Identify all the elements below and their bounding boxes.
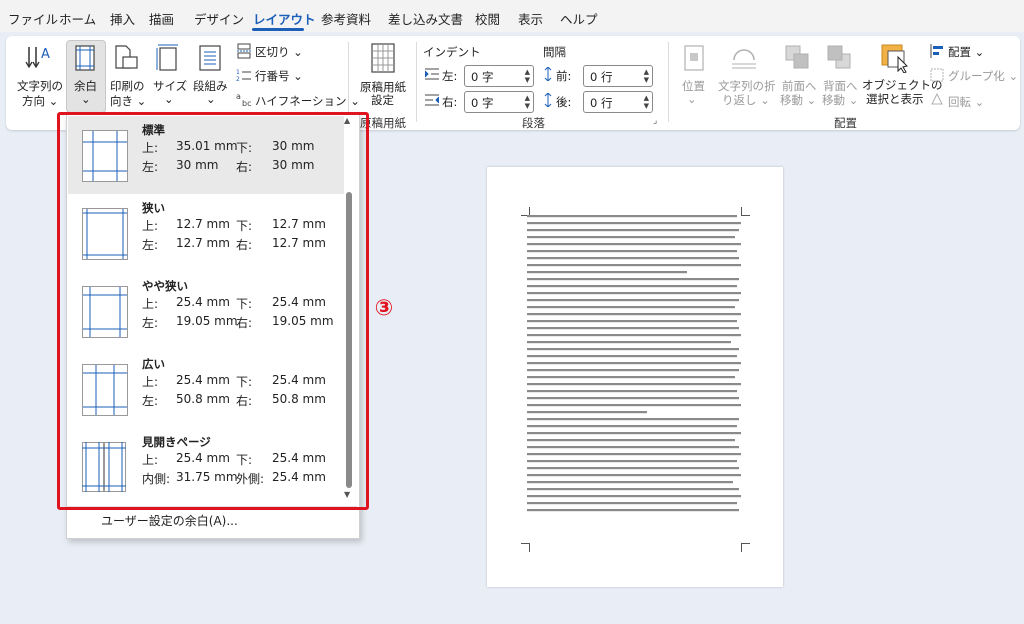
breaks-button[interactable]: 区切り ⌄ — [255, 44, 303, 60]
annotation-step-marker: ③ — [374, 296, 394, 321]
columns-chevron-icon[interactable]: ⌄ — [206, 92, 216, 106]
tab-help[interactable]: ヘルプ — [560, 9, 598, 28]
align-icon — [930, 44, 943, 58]
size-chevron-icon[interactable]: ⌄ — [164, 92, 174, 106]
indent-label: インデント — [423, 45, 481, 59]
arrange-group-label: 配置 — [834, 116, 857, 130]
ribbon-separator — [668, 42, 669, 122]
position-chevron-icon[interactable]: ⌄ — [687, 92, 697, 106]
space-after-label: 後: — [556, 95, 572, 109]
tab-draw[interactable]: 描画 — [149, 9, 174, 28]
hyphenation-button[interactable]: ハイフネーション ⌄ — [255, 93, 360, 109]
document-body-text — [527, 215, 741, 512]
tab-home[interactable]: ホーム — [59, 9, 96, 28]
send-backward-icon — [827, 45, 851, 69]
manuscript-paper-icon — [371, 43, 395, 73]
annotation-highlight-box — [57, 112, 369, 510]
tab-insert[interactable]: 挿入 — [110, 9, 135, 28]
orientation-label-2[interactable]: 向き ⌄ — [110, 93, 146, 109]
tab-design[interactable]: デザイン — [194, 9, 244, 28]
indent-left-value: 0 字 — [471, 70, 494, 84]
space-before-label: 前: — [556, 69, 572, 83]
tab-mailings[interactable]: 差し込み文書 — [388, 9, 463, 28]
tab-file[interactable]: ファイル — [8, 9, 58, 28]
selection-pane-label-2[interactable]: 選択と表示 — [866, 91, 924, 107]
indent-left-spinner[interactable]: 0 字 ▲ ▼ — [464, 65, 534, 87]
text-direction-label[interactable]: 文字列の — [17, 78, 63, 94]
spin-down-icon[interactable]: ▼ — [525, 102, 530, 110]
bring-forward-label-2[interactable]: 移動 ⌄ — [780, 92, 816, 108]
manuscript-settings-label-2[interactable]: 設定 — [371, 92, 394, 108]
position-icon — [684, 45, 704, 71]
space-before-spinner[interactable]: 0 行 ▲ ▼ — [583, 65, 653, 87]
svg-text:2: 2 — [236, 76, 240, 83]
svg-text:1: 1 — [236, 69, 240, 76]
crop-mark — [521, 543, 530, 552]
space-before-value: 0 行 — [590, 70, 613, 84]
crop-mark — [741, 543, 750, 552]
margins-icon — [75, 45, 95, 71]
menu-bar: ファイル ホーム 挿入 描画 デザイン レイアウト 参考資料 差し込み文書 校閲… — [0, 0, 1024, 32]
spin-down-icon[interactable]: ▼ — [644, 102, 649, 110]
indent-right-icon — [425, 94, 439, 106]
spin-up-icon[interactable]: ▲ — [644, 94, 649, 102]
spin-down-icon[interactable]: ▼ — [644, 76, 649, 84]
text-direction-label-2[interactable]: 方向 ⌄ — [22, 93, 58, 109]
spin-up-icon[interactable]: ▲ — [644, 68, 649, 76]
orientation-icon — [115, 45, 138, 69]
tab-references[interactable]: 参考資料 — [321, 9, 371, 28]
spin-up-icon[interactable]: ▲ — [525, 94, 530, 102]
indent-left-icon — [425, 68, 439, 80]
indent-right-label: 右: — [442, 95, 458, 109]
document-page[interactable] — [487, 167, 783, 587]
active-tab-indicator — [252, 28, 304, 31]
wrap-text-label-2[interactable]: り返し ⌄ — [722, 92, 770, 108]
svg-text:a: a — [236, 92, 241, 101]
space-after-value: 0 行 — [590, 96, 613, 110]
paragraph-dialog-launcher-icon[interactable]: ⌟ — [653, 116, 657, 126]
line-numbers-icon: 12 — [236, 69, 251, 83]
indent-right-spinner[interactable]: 0 字 ▲ ▼ — [464, 91, 534, 113]
align-button[interactable]: 配置 ⌄ — [948, 44, 984, 60]
spacing-label: 間隔 — [543, 45, 566, 59]
spin-up-icon[interactable]: ▲ — [525, 68, 530, 76]
margins-chevron-icon[interactable]: ⌄ — [81, 92, 91, 106]
wrap-text-icon — [732, 49, 756, 69]
breaks-icon — [237, 43, 251, 59]
paragraph-group-label: 段落 — [522, 116, 545, 130]
send-backward-label-2[interactable]: 移動 ⌄ — [822, 92, 858, 108]
text-direction-icon: A — [25, 47, 50, 69]
tab-layout[interactable]: レイアウト — [253, 9, 316, 28]
selection-pane-icon — [881, 44, 908, 73]
tab-review[interactable]: 校閲 — [475, 9, 500, 28]
group-icon — [930, 68, 944, 82]
line-numbers-button[interactable]: 行番号 ⌄ — [255, 68, 303, 84]
ribbon-separator — [348, 42, 349, 122]
tab-view[interactable]: 表示 — [518, 9, 543, 28]
svg-text:A: A — [41, 47, 50, 62]
svg-text:bc: bc — [242, 99, 251, 107]
group-button[interactable]: グループ化 ⌄ — [948, 68, 1018, 84]
space-after-icon — [544, 93, 552, 107]
space-after-spinner[interactable]: 0 行 ▲ ▼ — [583, 91, 653, 113]
size-icon — [156, 44, 178, 71]
indent-left-label: 左: — [442, 69, 458, 83]
rotate-icon — [931, 92, 943, 105]
rotate-button[interactable]: 回転 ⌄ — [948, 94, 984, 110]
spin-down-icon[interactable]: ▼ — [525, 76, 530, 84]
bring-forward-icon — [785, 45, 809, 69]
space-before-icon — [544, 67, 552, 81]
orientation-label[interactable]: 印刷の — [110, 78, 145, 94]
hyphenation-icon: abc — [236, 92, 251, 107]
columns-icon — [199, 45, 221, 71]
custom-margins-button[interactable]: ユーザー設定の余白(A)... — [101, 512, 238, 529]
ribbon-separator — [416, 42, 417, 122]
indent-right-value: 0 字 — [471, 96, 494, 110]
